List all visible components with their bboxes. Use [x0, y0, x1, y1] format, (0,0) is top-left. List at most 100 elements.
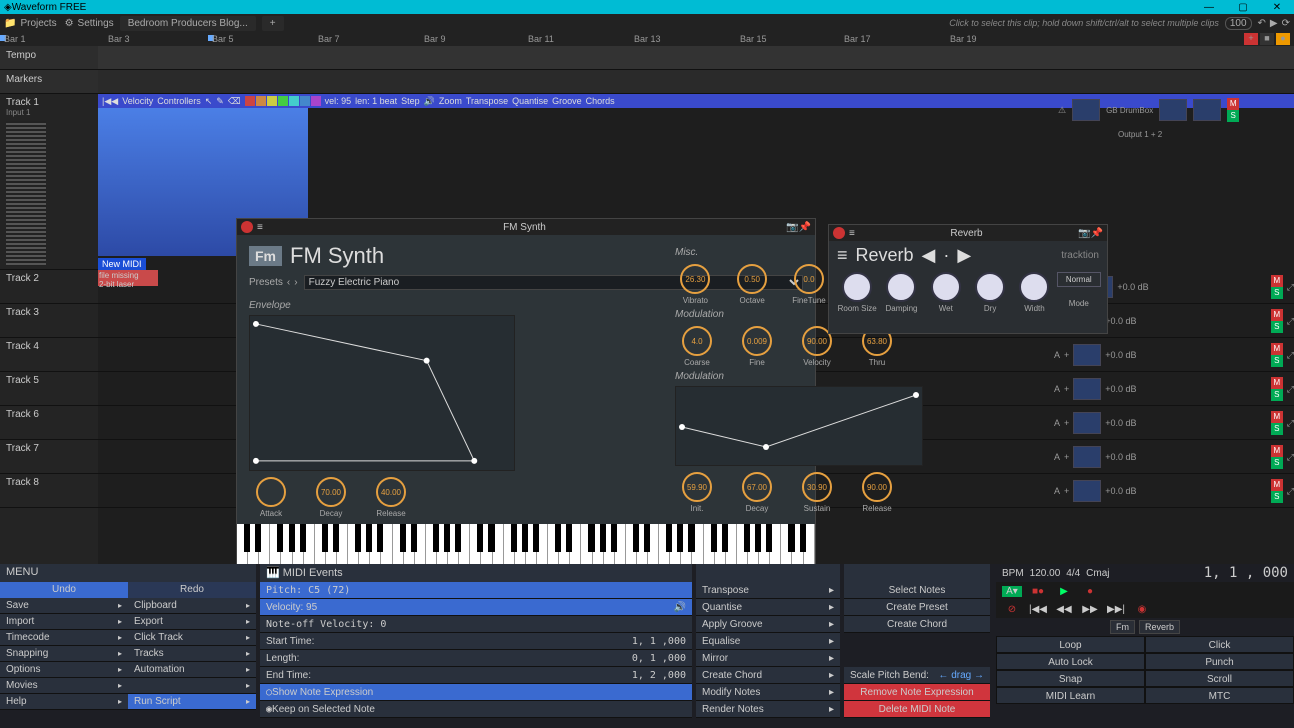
knob-sustain[interactable]: 30.90Sustain [795, 472, 839, 513]
transport-option[interactable]: Click [1145, 636, 1294, 653]
menu-item[interactable]: Timecode▸ [0, 630, 128, 646]
solo-button[interactable]: S [1271, 457, 1283, 469]
black-key[interactable] [644, 524, 650, 552]
black-key[interactable] [300, 524, 306, 552]
mute-button[interactable]: M [1271, 377, 1283, 389]
forward-button[interactable]: ▶▶ [1080, 604, 1100, 615]
prev-icon[interactable]: ◀ [922, 245, 936, 266]
black-key[interactable] [255, 524, 261, 552]
keep-on-selected[interactable]: ◉ Keep on Selected Note [260, 701, 692, 718]
solo-button[interactable]: S [1271, 355, 1283, 367]
black-key[interactable] [677, 524, 683, 552]
preset-next-button[interactable]: › [294, 277, 297, 288]
automation-mode-button[interactable]: A▾ [1002, 586, 1022, 597]
track-header-8[interactable]: Track 8 [0, 474, 98, 508]
transport-option[interactable]: Loop [996, 636, 1145, 653]
track-header-3[interactable]: Track 3 [0, 304, 98, 338]
plugin-slot[interactable] [1193, 99, 1221, 121]
track-header-7[interactable]: Track 7 [0, 440, 98, 474]
color-swatch[interactable] [267, 96, 277, 106]
plugin-slot[interactable] [1073, 412, 1101, 434]
mute-button[interactable]: M [1271, 445, 1283, 457]
folder-icon[interactable]: 📁 [4, 18, 16, 29]
modulation-graph[interactable] [675, 386, 923, 466]
create-chord-button[interactable]: Create Chord [844, 616, 990, 633]
plugin-slot[interactable] [1159, 99, 1187, 121]
modify-item[interactable]: Equalise▸ [696, 633, 840, 650]
menu-item[interactable]: Help▸ [0, 694, 128, 710]
menu-item[interactable]: Automation▸ [128, 662, 256, 678]
zoom-button[interactable]: Zoom [439, 96, 462, 106]
add-icon[interactable]: + [1064, 350, 1069, 360]
groove-button[interactable]: Groove [552, 96, 582, 106]
black-key[interactable] [588, 524, 594, 552]
record-arm-button[interactable]: ■● [1028, 586, 1048, 597]
tempo-lane[interactable] [98, 46, 1294, 70]
mute-button[interactable]: M [1271, 275, 1283, 287]
length-field[interactable]: Length:0, 1 ,000 [260, 650, 692, 667]
black-key[interactable] [277, 524, 283, 552]
solo-button[interactable]: S [1271, 491, 1283, 503]
transport-option[interactable]: MTC [1145, 687, 1294, 704]
modify-item[interactable]: Transpose▸ [696, 582, 840, 599]
velocity-field[interactable]: Velocity: 95🔊 [260, 599, 692, 616]
error-clip[interactable]: file missing 2-bit laser [98, 270, 158, 286]
transport-option[interactable]: Auto Lock [996, 653, 1145, 670]
color-swatch[interactable] [256, 96, 266, 106]
clip-nav-start-icon[interactable]: |◀◀ [102, 96, 118, 107]
pin-icon[interactable]: 📌 [1091, 228, 1103, 239]
chords-button[interactable]: Chords [586, 96, 615, 106]
position-display[interactable]: 1, 1 , 000 [1204, 565, 1288, 581]
color-swatch[interactable] [300, 96, 310, 106]
transport-option[interactable]: Punch [1145, 653, 1294, 670]
mute-button[interactable]: M [1271, 479, 1283, 491]
knob-decay[interactable]: 70.00Decay [309, 477, 353, 518]
expand-icon[interactable]: ⤢ [1287, 452, 1294, 463]
color-swatch[interactable] [311, 96, 321, 106]
loop-icon[interactable]: ⟳ [1282, 18, 1290, 29]
tempo-label[interactable]: Tempo [0, 46, 98, 70]
dot-icon[interactable]: · [943, 245, 949, 266]
track-header-4[interactable]: Track 4 [0, 338, 98, 372]
plugin-slot[interactable] [1073, 344, 1101, 366]
step-button[interactable]: Step [401, 96, 420, 106]
expand-icon[interactable]: ⤢ [1287, 418, 1294, 429]
undo-button[interactable]: Undo [0, 582, 128, 598]
black-key[interactable] [755, 524, 761, 552]
black-key[interactable] [455, 524, 461, 552]
black-key[interactable] [244, 524, 250, 552]
timeline-ruler[interactable]: Bar 1 Bar 3 Bar 5 Bar 7 Bar 9 Bar 11 Bar… [0, 32, 1294, 46]
black-key[interactable] [322, 524, 328, 552]
mute-button[interactable]: M [1271, 309, 1283, 321]
automation-icon[interactable]: A [1054, 452, 1060, 462]
menu-item[interactable]: Import▸ [0, 614, 128, 630]
reverb-knob-dry[interactable]: Dry [968, 272, 1012, 313]
velocity-button[interactable]: Velocity [122, 96, 153, 106]
black-key[interactable] [377, 524, 383, 552]
color-swatch[interactable] [278, 96, 288, 106]
plugin-slot[interactable] [1073, 446, 1101, 468]
menu-item[interactable]: Movies▸ [0, 678, 128, 694]
settings-link[interactable]: Settings [78, 18, 114, 29]
menu-item[interactable]: Snapping▸ [0, 646, 128, 662]
knob-decay[interactable]: 67.00Decay [735, 472, 779, 513]
add-icon[interactable]: + [1064, 486, 1069, 496]
expand-icon[interactable]: ⤢ [1287, 316, 1294, 327]
knob-octave[interactable]: 0.50Octave [732, 264, 773, 305]
reverb-window[interactable]: ≡ Reverb 📷 📌 ≡ Reverb ◀ · ▶ tracktion Ro… [828, 224, 1108, 334]
add-icon[interactable]: + [1064, 384, 1069, 394]
black-key[interactable] [444, 524, 450, 552]
show-note-expression[interactable]: ○ Show Note Expression [260, 684, 692, 701]
black-key[interactable] [366, 524, 372, 552]
speaker-icon[interactable]: 🔊 [674, 599, 686, 615]
minimize-icon[interactable]: — [1196, 2, 1222, 13]
preset-prev-button[interactable]: ‹ [287, 277, 290, 288]
projects-link[interactable]: Projects [20, 18, 56, 29]
add-icon[interactable]: + [1064, 418, 1069, 428]
black-key[interactable] [289, 524, 295, 552]
menu-item[interactable]: Clipboard▸ [128, 598, 256, 614]
black-key[interactable] [522, 524, 528, 552]
markers-label[interactable]: Markers [0, 70, 98, 94]
rtz-button[interactable]: |◀◀ [1028, 604, 1048, 615]
mute-button[interactable]: M [1271, 411, 1283, 423]
